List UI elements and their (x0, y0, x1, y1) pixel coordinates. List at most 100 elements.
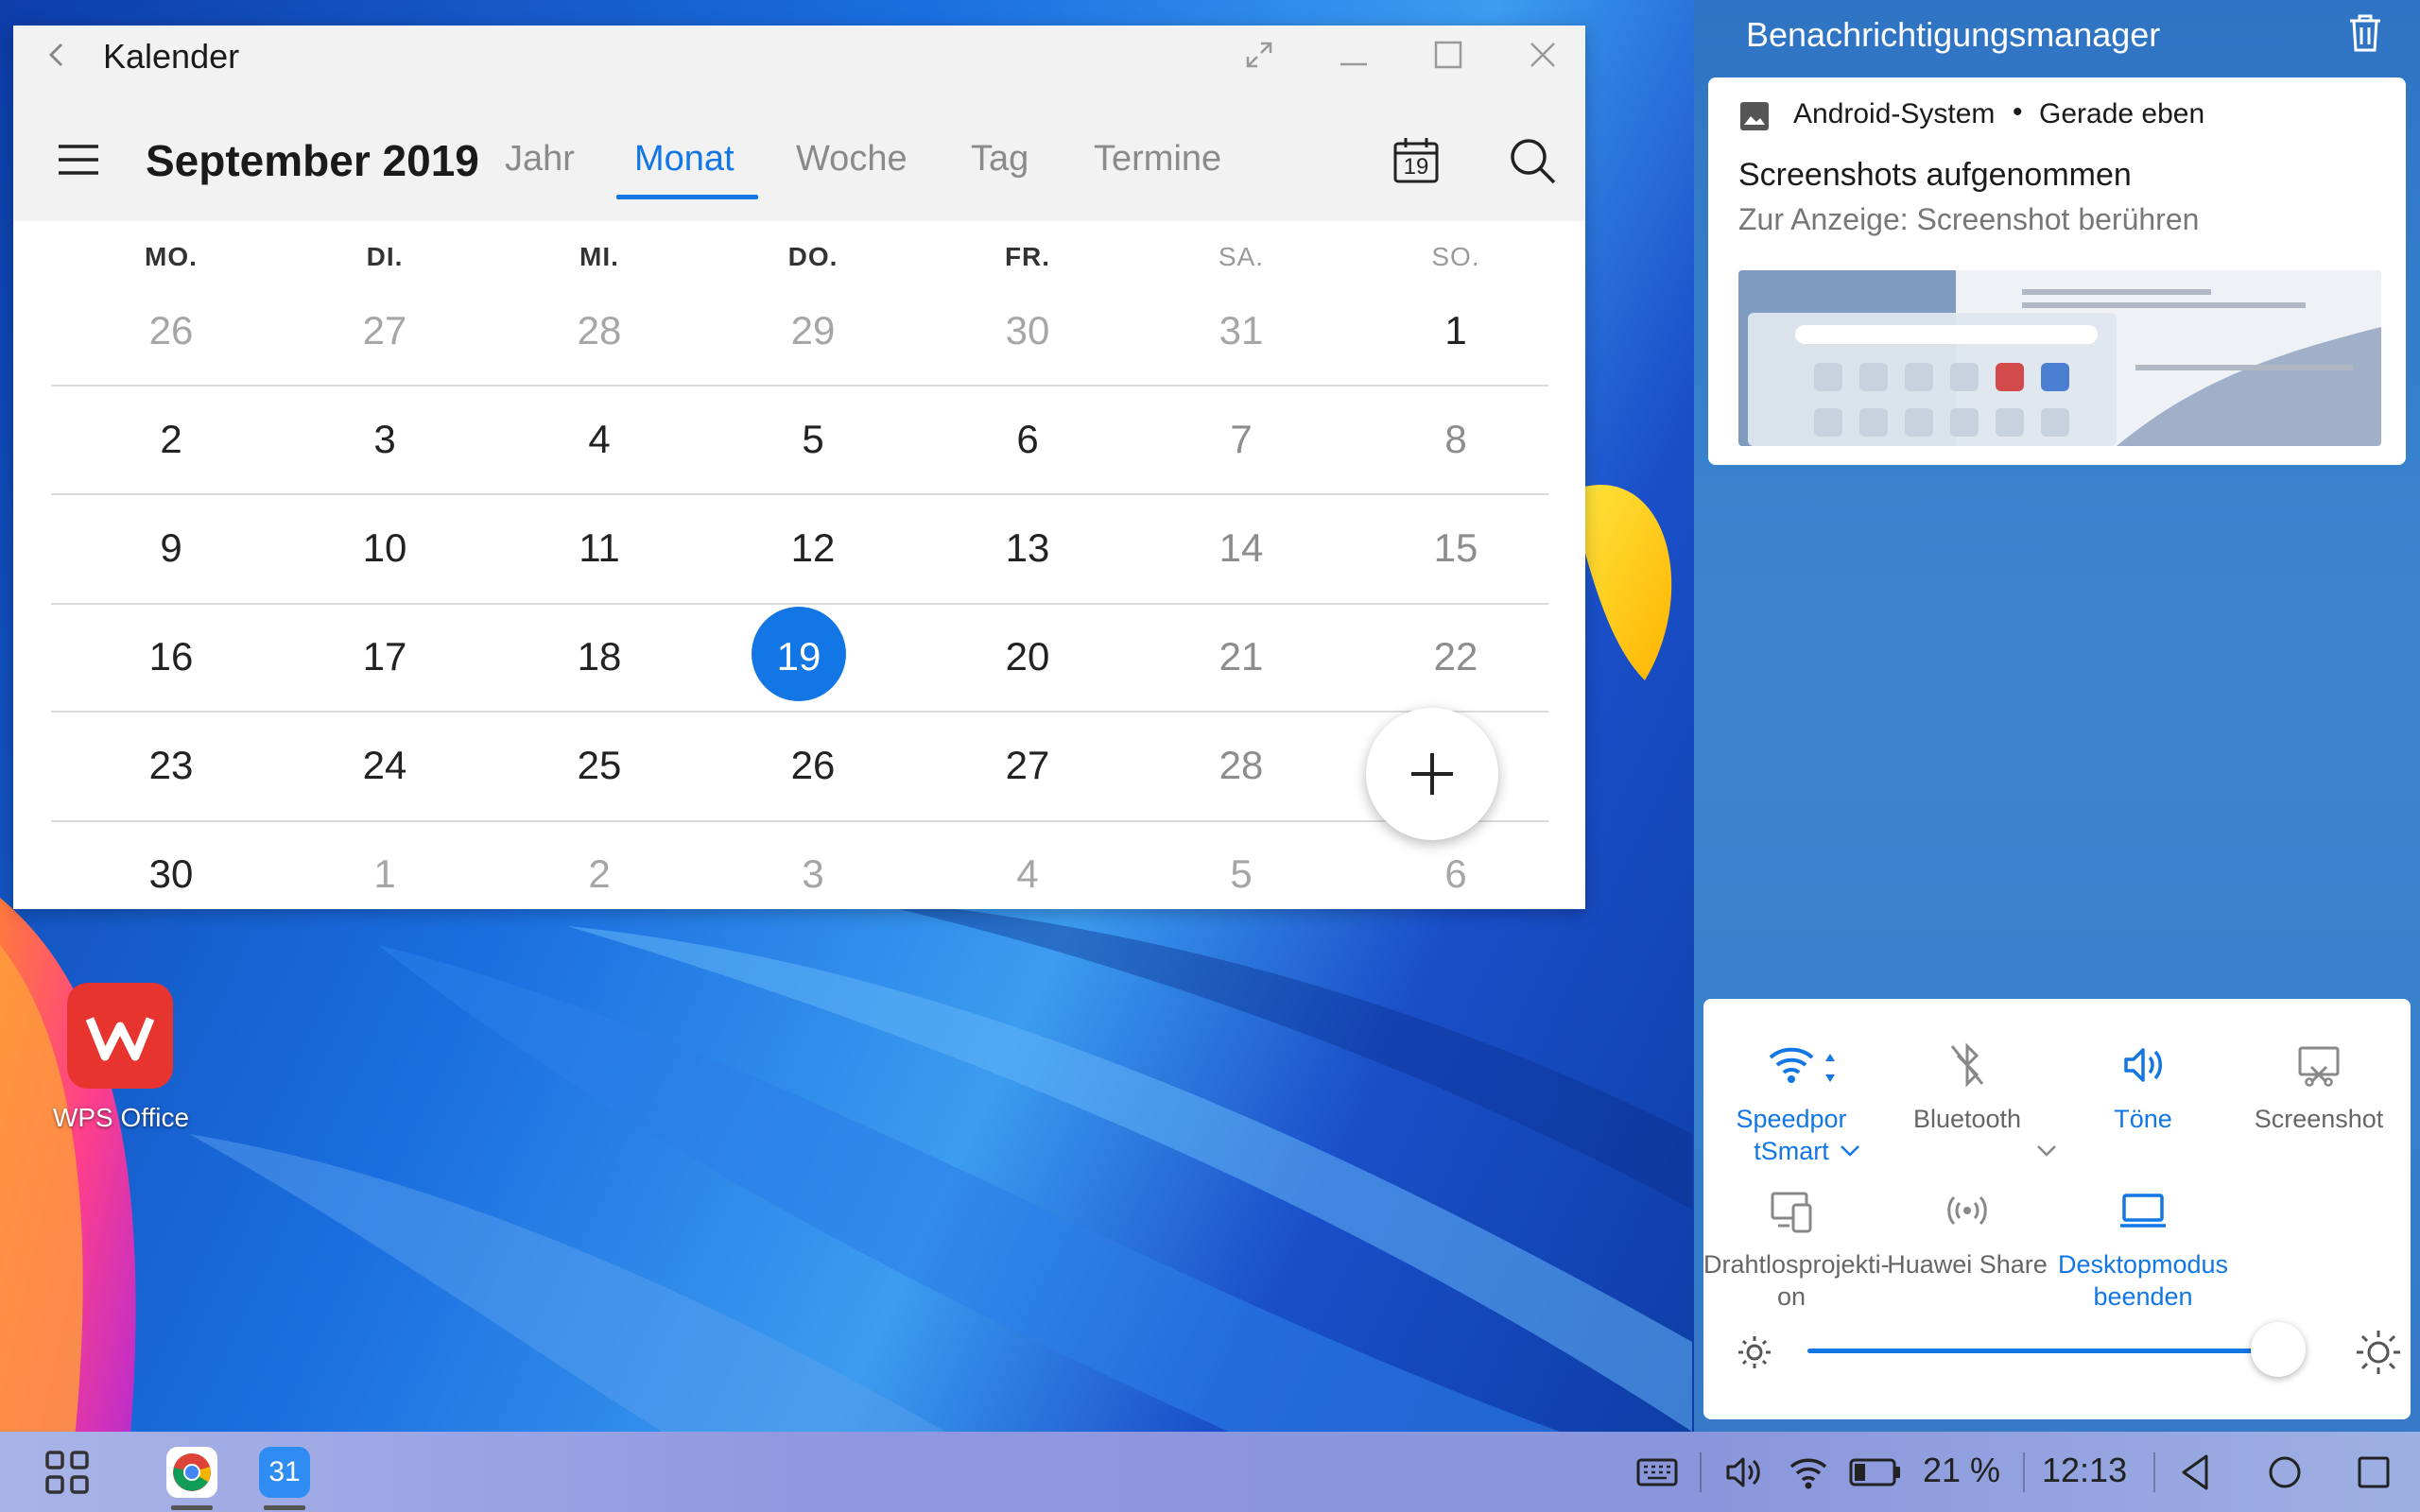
notification-text: Zur Anzeige: Screenshot berühren (1738, 202, 2200, 236)
qs-tile-wireless-projection[interactable]: Drahtlosprojekti- on (1703, 1184, 1890, 1313)
wps-office-label[interactable]: WPS Office (38, 1103, 204, 1133)
day-cell[interactable]: 30 (971, 308, 1084, 353)
day-cell[interactable]: 9 (114, 525, 228, 571)
day-cell[interactable]: 26 (756, 743, 870, 788)
wps-office-icon[interactable] (67, 983, 173, 1089)
home-icon[interactable] (2261, 1449, 2308, 1496)
day-cell[interactable]: 10 (328, 525, 441, 571)
calendar-today-number: 19 (1403, 154, 1429, 180)
day-cell[interactable]: 6 (971, 417, 1084, 462)
app-drawer-icon[interactable] (42, 1447, 93, 1498)
day-cell[interactable]: 3 (756, 851, 870, 897)
day-cell[interactable]: 4 (543, 417, 656, 462)
day-cell[interactable]: 23 (114, 743, 228, 788)
day-cell[interactable]: 28 (1184, 743, 1298, 788)
day-cell[interactable]: 17 (328, 634, 441, 679)
day-cell[interactable]: 18 (543, 634, 656, 679)
go-to-today-button[interactable]: 19 (1391, 135, 1442, 186)
tab-day[interactable]: Tag (971, 139, 1028, 180)
day-cell[interactable]: 30 (114, 851, 228, 897)
tab-agenda[interactable]: Termine (1094, 139, 1221, 180)
day-cell[interactable]: 5 (756, 417, 870, 462)
keyboard-icon[interactable] (1635, 1451, 1679, 1494)
qs-tile-wifi[interactable]: Speedpor tSmart (1703, 1039, 1879, 1167)
calendar-app-icon-label: 31 (268, 1456, 301, 1487)
day-cell[interactable]: 16 (114, 634, 228, 679)
notification-manager-title[interactable]: Benachrichtigungsmanager (1746, 15, 2160, 55)
notification-card[interactable]: Android-System • Gerade eben Screenshots… (1708, 77, 2406, 465)
day-cell[interactable]: 12 (756, 525, 870, 571)
day-cell[interactable]: 31 (1184, 308, 1298, 353)
volume-icon[interactable] (1722, 1451, 1766, 1494)
day-cell[interactable]: 20 (971, 634, 1084, 679)
brightness-slider-track[interactable] (1807, 1349, 2278, 1353)
running-app-indicator (171, 1505, 213, 1510)
day-cell[interactable]: 3 (328, 417, 441, 462)
day-cell[interactable]: 14 (1184, 525, 1298, 571)
window-titlebar[interactable]: Kalender (13, 26, 1585, 84)
day-cell[interactable]: 13 (971, 525, 1084, 571)
day-cell[interactable]: 1 (328, 851, 441, 897)
day-cell[interactable]: 29 (756, 308, 870, 353)
plus-icon (1411, 753, 1453, 795)
week-divider (51, 385, 1548, 387)
wifi-icon[interactable] (1787, 1451, 1830, 1494)
wireless-projection-icon (1771, 1192, 1812, 1233)
expand-icon[interactable] (1242, 38, 1276, 72)
day-cell[interactable]: 15 (1399, 525, 1512, 571)
calendar-app-icon[interactable]: 31 (259, 1447, 310, 1498)
day-cell[interactable]: 27 (328, 308, 441, 353)
qs-tile-screenshot[interactable]: Screenshot (2231, 1039, 2407, 1135)
current-month-title[interactable]: September 2019 (146, 135, 479, 186)
day-cell[interactable]: 8 (1399, 417, 1512, 462)
day-cell[interactable]: 4 (971, 851, 1084, 897)
qs-tile-bluetooth[interactable]: Bluetooth (1879, 1039, 2056, 1157)
minimize-icon[interactable] (1337, 38, 1371, 72)
back-icon[interactable] (2172, 1449, 2220, 1496)
week-divider (51, 820, 1548, 822)
day-cell[interactable]: 21 (1184, 634, 1298, 679)
qs-tile-sound[interactable]: Töne (2055, 1039, 2231, 1135)
tab-week[interactable]: Woche (796, 139, 908, 180)
chevron-down-icon[interactable] (2036, 1144, 2057, 1158)
search-icon[interactable] (1507, 135, 1558, 186)
battery-icon[interactable] (1849, 1454, 1902, 1490)
day-cell[interactable]: 25 (543, 743, 656, 788)
week-divider (51, 603, 1548, 605)
brightness-slider-thumb[interactable] (2251, 1322, 2306, 1377)
day-cell[interactable]: 28 (543, 308, 656, 353)
qs-tile-desktop-mode[interactable]: Desktopmodus beenden (2055, 1184, 2231, 1313)
day-cell[interactable]: 6 (1399, 851, 1512, 897)
recent-apps-icon[interactable] (2350, 1449, 2397, 1496)
day-cell[interactable]: 22 (1399, 634, 1512, 679)
add-event-button[interactable] (1366, 708, 1498, 840)
notification-app-name: Android-System (1793, 98, 1996, 129)
notification-separator: • (2013, 96, 2023, 128)
day-cell[interactable]: 27 (971, 743, 1084, 788)
weekday-header: FR. (1004, 242, 1051, 271)
day-cell[interactable]: 2 (543, 851, 656, 897)
tab-month[interactable]: Monat (634, 139, 735, 180)
chevron-down-icon[interactable] (1840, 1144, 1860, 1158)
trash-icon[interactable] (2346, 13, 2384, 53)
day-cell[interactable]: 11 (543, 525, 656, 571)
close-icon[interactable] (1526, 38, 1560, 72)
clock[interactable]: 12:13 (2042, 1451, 2127, 1490)
month-grid: MO. DI. MI. DO. FR. SA. SO. 26 27 28 29 … (13, 221, 1585, 909)
calendar-toolbar: September 2019 Jahr Monat Woche Tag Term… (13, 84, 1585, 221)
screenshot-thumbnail[interactable] (1738, 270, 2381, 446)
day-cell[interactable]: 7 (1184, 417, 1298, 462)
maximize-icon[interactable] (1431, 38, 1465, 72)
tab-year[interactable]: Jahr (505, 139, 575, 180)
day-cell[interactable]: 2 (114, 417, 228, 462)
week-divider (51, 493, 1548, 495)
day-cell[interactable]: 1 (1399, 308, 1512, 353)
back-icon[interactable] (42, 39, 74, 71)
day-cell[interactable]: 5 (1184, 851, 1298, 897)
day-cell[interactable]: 26 (114, 308, 228, 353)
day-cell[interactable]: 24 (328, 743, 441, 788)
chrome-app-icon[interactable] (166, 1447, 217, 1498)
day-cell-today[interactable]: 19 (742, 634, 856, 679)
qs-tile-huawei-share[interactable]: Huawei Share (1879, 1184, 2055, 1280)
menu-icon[interactable] (57, 143, 100, 177)
